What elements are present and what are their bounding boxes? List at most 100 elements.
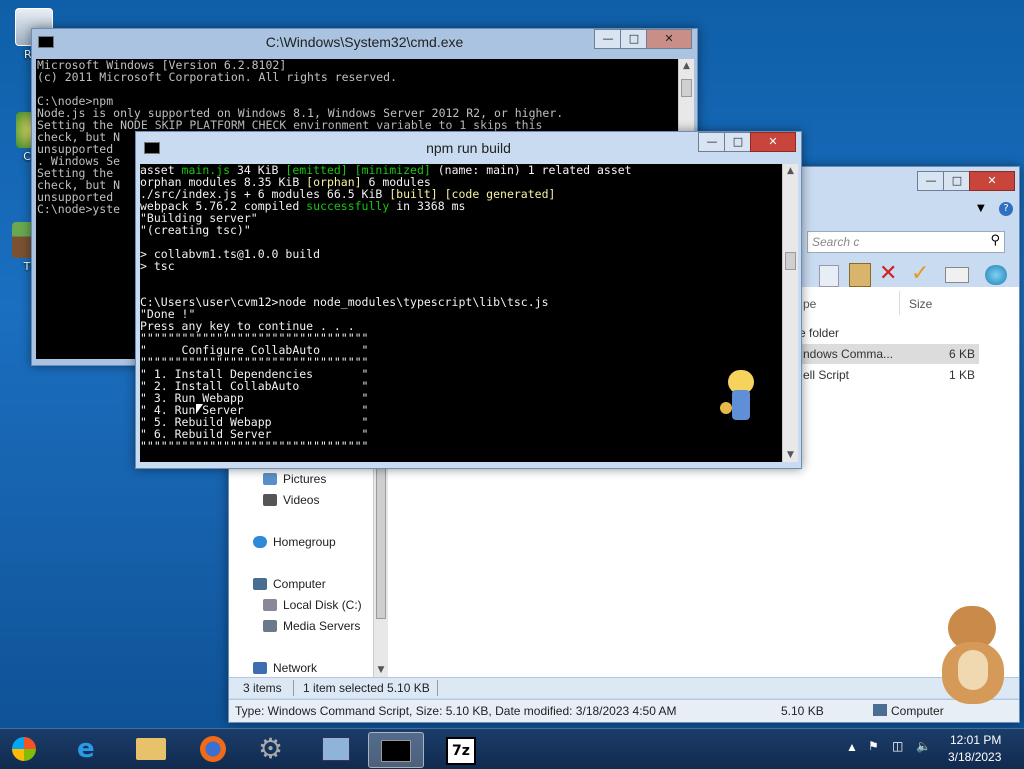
file-size: 6 KB [948,347,975,361]
details-bar: Type: Windows Command Script, Size: 5.10… [229,699,1019,722]
close-button[interactable]: ✕ [750,132,796,152]
hamster-mascot-sprite [938,606,1008,706]
search-input[interactable]: Search c ⚲ [807,231,1005,253]
column-divider [899,291,900,315]
maximize-button[interactable]: □ [620,29,648,49]
minimize-button[interactable]: — [698,132,726,152]
scroll-up-icon[interactable]: ▲ [783,166,798,176]
file-type: e folder [799,326,840,340]
status-divider [293,680,294,696]
console-text: """"""""""""""""""""""""""""""""" [140,439,369,453]
console-text: successfully [306,199,390,213]
checkmark-icon[interactable]: ✓ [911,261,929,286]
file-type: ell Script [803,368,850,382]
nav-item-media-servers[interactable]: Media Servers [283,619,360,633]
close-button[interactable]: ✕ [646,29,692,49]
console-text: "(creating tsc)" [140,223,251,237]
console-line: > tsc [140,260,782,272]
windows-logo-icon [12,737,36,761]
volume-icon[interactable]: 🔈 [916,739,931,753]
console-line: (c) 2011 Microsoft Corporation. All righ… [37,70,398,84]
firefox-icon [200,736,226,762]
local-disk-icon [263,599,277,611]
scroll-down-icon[interactable]: ▼ [374,665,388,675]
taskbar-file-explorer[interactable] [124,732,178,766]
console-text: > tsc [140,259,175,273]
network-tray-icon[interactable]: ◫ [892,739,903,753]
column-header-size[interactable]: Size [909,297,932,311]
npm-window: npm run build — □ ✕ asset main.js 34 KiB… [135,131,802,469]
computer-icon [873,704,887,716]
cmd-scrollbar-thumb[interactable] [681,79,692,97]
taskbar-cmd[interactable] [368,732,424,768]
delete-icon[interactable]: ✕ [879,261,897,286]
taskbar-firefox[interactable] [186,732,240,766]
taskbar-7zip[interactable]: 7z [432,732,486,766]
nav-scrollbar[interactable]: ▼ [373,457,388,677]
column-header-type[interactable]: pe [803,297,816,311]
minimize-button[interactable]: — [594,29,622,49]
pictures-icon [263,473,277,485]
file-type: ndows Comma... [803,347,894,361]
rename-icon[interactable] [945,267,969,283]
file-size: 1 KB [948,368,975,382]
minimize-button[interactable]: — [917,171,945,191]
clock-date[interactable]: 3/18/2023 [948,750,1001,764]
help-icon[interactable]: ? [999,202,1013,216]
remote-desktop-icon [322,737,350,761]
close-button[interactable]: ✕ [969,171,1015,191]
start-button[interactable] [6,731,46,767]
search-icon: ⚲ [990,233,1000,248]
nav-scrollbar-thumb[interactable] [376,457,386,619]
clock-time[interactable]: 12:01 PM [950,733,1001,747]
internet-explorer-icon: e [77,734,95,764]
status-bar: 3 items 1 item selected 5.10 KB [229,677,1019,698]
console-line: """"""""""""""""""""""""""""""""" [140,440,782,452]
7zip-icon: 7z [446,737,476,765]
console-line: C:\Users\user\cvm12>node node_modules\ty… [140,296,782,308]
mouse-cursor-icon [196,404,203,414]
file-row[interactable]: ell Script 1 KB [799,365,979,385]
npm-scrollbar-thumb[interactable] [785,252,796,270]
show-hidden-icons-chevron-icon[interactable]: ▲ [846,740,858,754]
file-explorer-icon [136,738,166,760]
globe-icon[interactable] [985,265,1007,285]
npm-scrollbar[interactable]: ▲ ▼ [782,164,798,462]
taskbar-remote-desktop[interactable] [308,732,362,766]
maximize-button[interactable]: □ [724,132,752,152]
status-item-count: 3 items [243,681,282,695]
nav-item-videos[interactable]: Videos [283,493,319,507]
media-servers-icon [263,620,277,632]
npm-console-output[interactable]: asset main.js 34 KiB [emitted] [minimize… [140,164,782,462]
file-row-selected[interactable]: ndows Comma... 6 KB [799,344,979,364]
network-icon [253,662,267,674]
taskbar: e ⚙ 7z ▲ ⚑ ◫ 🔈 12:01 PM 3/18/2023 [0,728,1024,769]
taskbar-internet-explorer[interactable]: e [64,732,118,766]
console-text: C:\Users\user\cvm12>node node_modules\ty… [140,295,549,309]
settings-gear-icon: ⚙ [258,732,284,765]
console-line: "(creating tsc)" [140,224,782,236]
videos-icon [263,494,277,506]
status-divider [437,680,438,696]
details-size: 5.10 KB [781,704,824,718]
homegroup-icon [253,536,267,548]
console-line: Setting the NODE_SKIP_PLATFORM_CHECK env… [37,118,543,132]
nav-item-pictures[interactable]: Pictures [283,472,326,486]
copy-icon[interactable] [819,265,839,287]
taskbar-settings[interactable]: ⚙ [246,732,300,766]
maximize-button[interactable]: □ [943,171,971,191]
nav-item-homegroup[interactable]: Homegroup [273,535,336,549]
expand-chevron-icon[interactable]: ▼ [977,203,985,214]
scroll-down-icon[interactable]: ▼ [783,450,798,460]
file-row[interactable]: e folder [799,323,979,343]
nav-item-local-disk[interactable]: Local Disk (C:) [283,598,362,612]
console-text: in 3368 ms [389,199,466,213]
status-selection: 1 item selected 5.10 KB [303,681,430,695]
action-center-flag-icon[interactable]: ⚑ [868,739,879,753]
nav-item-computer[interactable]: Computer [273,577,326,591]
nav-item-network[interactable]: Network [273,661,317,675]
scroll-up-icon[interactable]: ▲ [679,61,694,71]
paste-icon[interactable] [849,263,871,287]
